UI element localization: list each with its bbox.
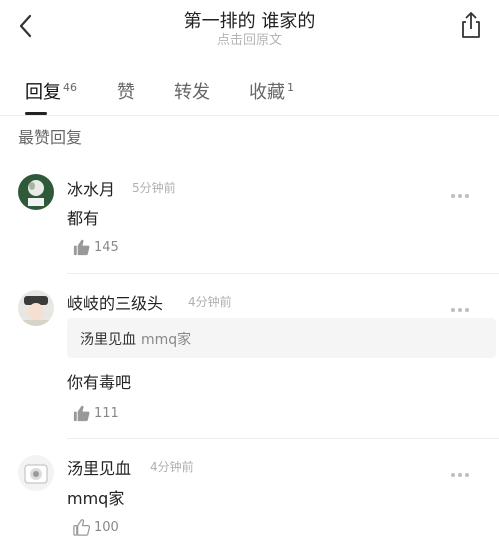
avatar[interactable] [18,174,54,210]
thumbs-up-filled-icon [73,239,90,255]
more-options-button[interactable] [451,183,473,198]
top-bar: 第一排的 谁家的 点击回原文 [0,0,499,58]
quoted-text: mmq家 [141,332,192,348]
like-count: 111 [94,405,119,421]
comment-text: 都有 [67,209,100,228]
tab-bar: 回复 46 赞 转发 收藏 1 [0,74,499,116]
comment-text: mmq家 [67,489,125,508]
tab-label: 赞 [117,82,135,103]
like-button[interactable]: 111 [72,402,119,424]
section-title: 最赞回复 [18,128,83,147]
avatar[interactable] [18,455,54,491]
comment-time: 4分钟前 [188,295,232,309]
comment-text: 你有毒吧 [67,373,132,392]
thumbs-up-outline-icon [73,518,91,536]
thumbs-up-filled-icon [73,405,90,421]
like-button[interactable]: 100 [72,516,119,538]
comment-time: 4分钟前 [150,460,194,474]
tab-replies[interactable]: 回复 46 [25,78,77,104]
tab-label: 回复 [25,82,61,103]
tab-label: 收藏 [249,82,285,103]
tab-count: 1 [287,81,294,94]
tab-label: 转发 [174,82,210,103]
like-count: 145 [94,239,119,255]
avatar-image [18,455,54,491]
like-button[interactable]: 145 [72,236,119,258]
comment-author[interactable]: 岐岐的三级头 [67,290,163,314]
more-options-button[interactable] [451,297,473,312]
comment-author[interactable]: 汤里见血 [67,455,131,479]
share-button[interactable] [457,10,485,40]
tab-favorites[interactable]: 收藏 1 [249,78,294,104]
active-tab-indicator [25,112,47,115]
more-options-button[interactable] [451,462,473,477]
divider [67,438,499,439]
tab-count: 46 [63,81,77,94]
avatar-image [18,290,54,326]
comment-author[interactable]: 冰水月 [67,176,115,200]
tab-reposts[interactable]: 转发 [174,78,210,104]
back-to-post-link[interactable]: 点击回原文 [0,29,499,48]
comment-time: 5分钟前 [132,181,176,195]
quoted-author: 汤里见血 [80,332,136,348]
avatar-image [18,174,54,210]
avatar[interactable] [18,290,54,326]
quoted-reply[interactable]: 汤里见血 mmq家 [67,318,496,358]
tab-likes[interactable]: 赞 [117,78,135,104]
share-icon [462,12,480,38]
divider [67,273,499,274]
like-count: 100 [94,519,119,535]
